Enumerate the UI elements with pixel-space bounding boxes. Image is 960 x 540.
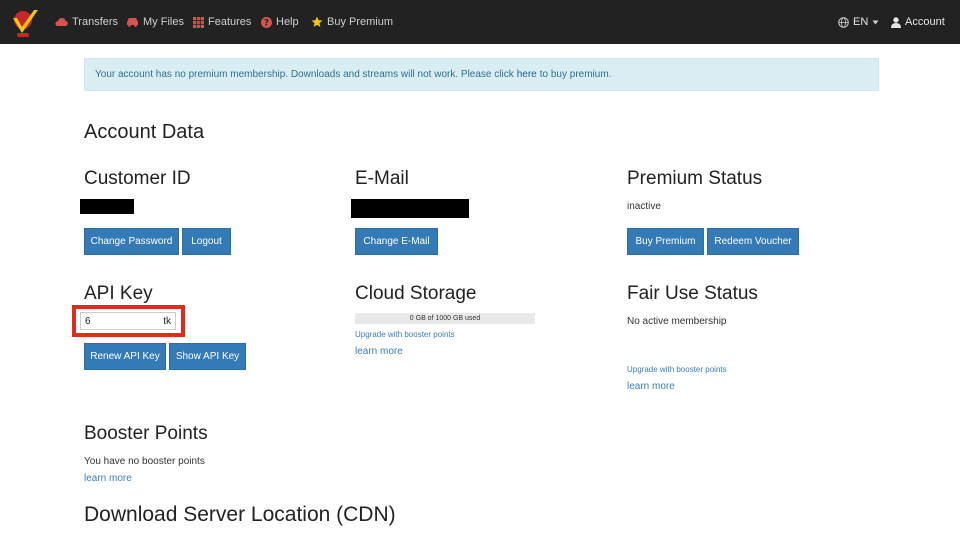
nav-help[interactable]: ? Help [261, 0, 299, 44]
language-label: EN [853, 16, 869, 28]
booster-points-text: You have no booster points [84, 456, 205, 467]
nav-account[interactable]: Account [891, 0, 945, 44]
car-icon [127, 18, 138, 27]
svg-text:?: ? [264, 18, 269, 27]
logout-button[interactable]: Logout [182, 228, 231, 255]
top-navbar: Transfers My Files Features ? Help Buy P… [0, 0, 960, 44]
fair-use-heading: Fair Use Status [627, 283, 758, 304]
storage-progress-bar: 0 GB of 1000 GB used [355, 313, 535, 324]
cdn-heading: Download Server Location (CDN) [84, 503, 396, 526]
cloud-learn-more-link[interactable]: learn more [355, 346, 403, 357]
buy-premium-button[interactable]: Buy Premium [627, 228, 704, 255]
show-api-key-button[interactable]: Show API Key [169, 343, 246, 370]
api-key-field[interactable]: 6 tk [80, 312, 176, 330]
customer-id-redacted [80, 199, 134, 214]
page-title: Account Data [84, 121, 205, 143]
premium-alert: Your account has no premium membership. … [84, 58, 879, 91]
account-label: Account [905, 16, 945, 28]
star-icon [311, 16, 323, 27]
customer-id-heading: Customer ID [84, 168, 191, 189]
booster-points-heading: Booster Points [84, 423, 208, 444]
nav-transfers[interactable]: Transfers [55, 0, 118, 44]
booster-learn-more-link[interactable]: learn more [84, 473, 132, 484]
logo-icon[interactable] [10, 6, 40, 38]
nav-features[interactable]: Features [193, 0, 251, 44]
nav-my-files[interactable]: My Files [126, 0, 184, 44]
cloud-icon [55, 18, 68, 26]
api-key-value-start: 6 [85, 315, 91, 327]
nav-help-label: Help [276, 16, 299, 28]
cloud-upgrade-link[interactable]: Upgrade with booster points [355, 330, 455, 339]
alert-text-before: Your account has no premium membership. … [95, 69, 514, 80]
fair-use-learn-more-link[interactable]: learn more [627, 381, 675, 392]
nav-buy-premium-label: Buy Premium [327, 16, 394, 28]
grid-icon [193, 16, 204, 28]
globe-icon [838, 16, 849, 28]
nav-transfers-label: Transfers [72, 16, 119, 28]
premium-status-value: inactive [627, 201, 661, 212]
change-email-button[interactable]: Change E-Mail [355, 228, 438, 255]
alert-text-after: to buy premium. [539, 69, 612, 80]
nav-buy-premium[interactable]: Buy Premium [311, 0, 393, 44]
nav-features-label: Features [208, 16, 252, 28]
api-key-value-end: tk [163, 315, 171, 327]
user-icon [891, 16, 901, 28]
api-key-heading: API Key [84, 283, 153, 304]
change-password-button[interactable]: Change Password [84, 228, 179, 255]
premium-status-heading: Premium Status [627, 168, 763, 189]
caret-down-icon [872, 20, 879, 24]
nav-my-files-label: My Files [143, 16, 184, 28]
redeem-voucher-button[interactable]: Redeem Voucher [707, 228, 799, 255]
question-icon: ? [261, 16, 272, 28]
renew-api-key-button[interactable]: Renew API Key [84, 343, 166, 370]
language-dropdown[interactable]: EN [838, 0, 879, 44]
email-redacted [351, 199, 469, 218]
fair-use-upgrade-link[interactable]: Upgrade with booster points [627, 365, 727, 374]
storage-usage-label: 0 GB of 1000 GB used [409, 315, 481, 322]
fair-use-status: No active membership [627, 316, 727, 327]
email-heading: E-Mail [355, 168, 409, 189]
alert-buy-link[interactable]: here [517, 69, 537, 80]
cloud-storage-heading: Cloud Storage [355, 283, 477, 304]
